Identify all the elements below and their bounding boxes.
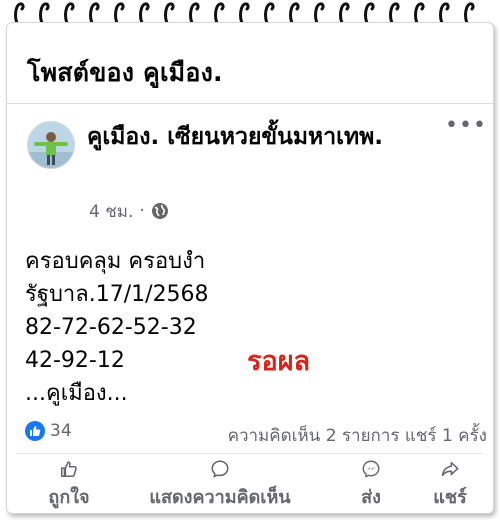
author-avatar[interactable]: [27, 121, 75, 169]
like-button[interactable]: ถูกใจ: [29, 457, 109, 511]
thumbs-up-icon: [60, 461, 77, 478]
like-reaction-icon: [25, 421, 45, 441]
post-line: 42-92-12: [25, 348, 125, 373]
post-line: รัฐบาล.17/1/2568: [25, 282, 209, 307]
share-icon: [441, 461, 459, 477]
post-text: ครอบคลุม ครอบงำ รัฐบาล.17/1/2568 82-72-6…: [25, 245, 465, 410]
post-line: ครอบคลุม ครอบงำ: [25, 249, 206, 274]
post-actions: ถูกใจ แสดงความคิดเห็น ส่ง แชร์: [7, 457, 493, 511]
post-card: โพสต์ของ คูเมือง. คูเมือง. เซียนหวยขั้นม…: [6, 22, 494, 514]
post-line: 82-72-62-52-32: [25, 315, 197, 340]
page-title: โพสต์ของ คูเมือง.: [27, 58, 223, 87]
send-button[interactable]: ส่ง: [341, 457, 401, 511]
post-line: ...คูเมือง...: [25, 381, 128, 406]
like-label: ถูกใจ: [48, 487, 90, 508]
send-label: ส่ง: [361, 487, 381, 508]
more-options-icon[interactable]: •••: [445, 115, 486, 137]
post-header: โพสต์ของ คูเมือง.: [7, 23, 493, 104]
result-pending-stamp: รอผล: [247, 346, 311, 377]
actions-divider: [17, 453, 483, 454]
messenger-icon: [362, 460, 380, 478]
post-stats: 34 ความคิดเห็น 2 รายการ แชร์ 1 ครั้ง: [25, 421, 487, 447]
comments-shares-count[interactable]: ความคิดเห็น 2 รายการ แชร์ 1 ครั้ง: [228, 422, 487, 449]
comment-button[interactable]: แสดงความคิดเห็น: [125, 457, 315, 511]
avatar-image: [28, 122, 74, 168]
meta-separator: ·: [139, 201, 145, 221]
comment-icon: [211, 460, 229, 478]
share-label: แชร์: [433, 487, 467, 508]
author-name[interactable]: คูเมือง. เซียนหวยขั้นมหาเทพ.: [87, 117, 447, 157]
comment-label: แสดงความคิดเห็น: [149, 487, 291, 508]
reaction-count: 34: [50, 421, 72, 441]
post-meta: 4 ชม. ·: [89, 199, 169, 223]
reaction-summary[interactable]: 34: [25, 421, 72, 441]
post-timestamp[interactable]: 4 ชม.: [89, 198, 133, 225]
share-button[interactable]: แชร์: [417, 457, 483, 511]
globe-icon: [151, 203, 168, 219]
